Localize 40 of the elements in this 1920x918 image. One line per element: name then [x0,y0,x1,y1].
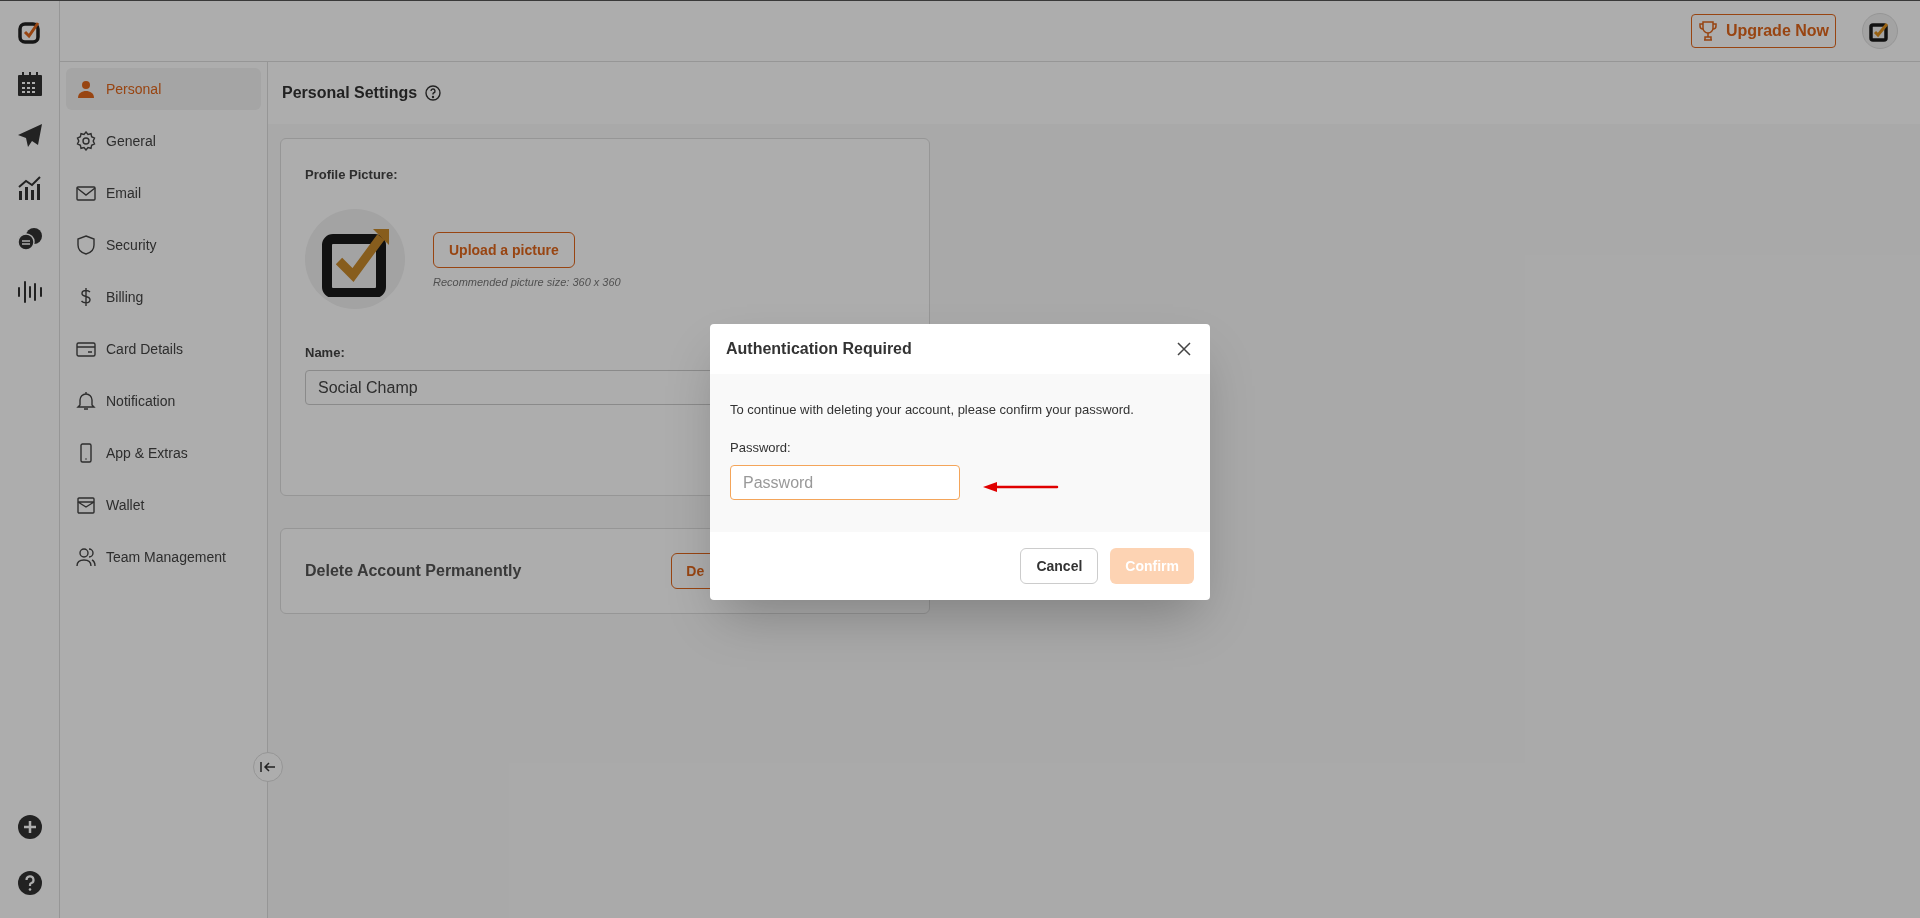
profile-picture-label: Profile Picture: [305,166,398,184]
dialog-title: Authentication Required [726,339,912,359]
wallet-icon [76,495,96,515]
chat-bubbles-icon[interactable] [16,227,43,253]
sidebar-item[interactable]: App & Extras [66,432,261,474]
paper-plane-icon[interactable] [16,123,43,149]
sound-wave-icon[interactable] [16,279,43,305]
name-label: Name: [305,343,345,362]
collapse-button[interactable] [253,752,283,782]
cancel-button[interactable]: Cancel [1020,548,1099,584]
sidebar-item[interactable]: Email [66,172,261,214]
calendar-icon[interactable] [16,71,43,97]
delete-account-title: Delete Account Permanently [305,561,522,581]
password-label: Password: [730,438,792,457]
sidebar-item[interactable]: Team Management [66,536,261,578]
sidebar-item[interactable]: Wallet [66,484,261,526]
help-icon [425,85,442,101]
settings-icon [76,131,96,151]
password-field[interactable]: Password [730,465,960,500]
sidebar-item[interactable]: Notification [66,380,261,422]
sidebar-item[interactable]: Security [66,224,261,266]
envelope-icon [76,183,96,203]
page-title: Personal Settings [282,83,418,103]
users-icon [76,547,96,567]
bell-icon [76,391,96,411]
credit-card-icon [76,339,96,359]
person-icon [76,79,96,99]
logo-icon[interactable] [16,19,43,45]
avatar[interactable] [1862,13,1898,49]
sidebar-item[interactable]: Billing [66,276,261,318]
sidebar-item[interactable]: General [66,120,261,162]
sidebar-item[interactable]: Card Details [66,328,261,370]
add-icon[interactable] [16,814,43,840]
shield-icon [76,235,96,255]
collapse-icon [260,761,276,773]
close-icon [1177,342,1191,356]
picture-size-hint: Recommended picture size: 360 x 360 [433,275,621,291]
chart-icon[interactable] [16,175,43,201]
trophy-icon [1697,20,1718,42]
help-icon[interactable] [16,870,43,896]
